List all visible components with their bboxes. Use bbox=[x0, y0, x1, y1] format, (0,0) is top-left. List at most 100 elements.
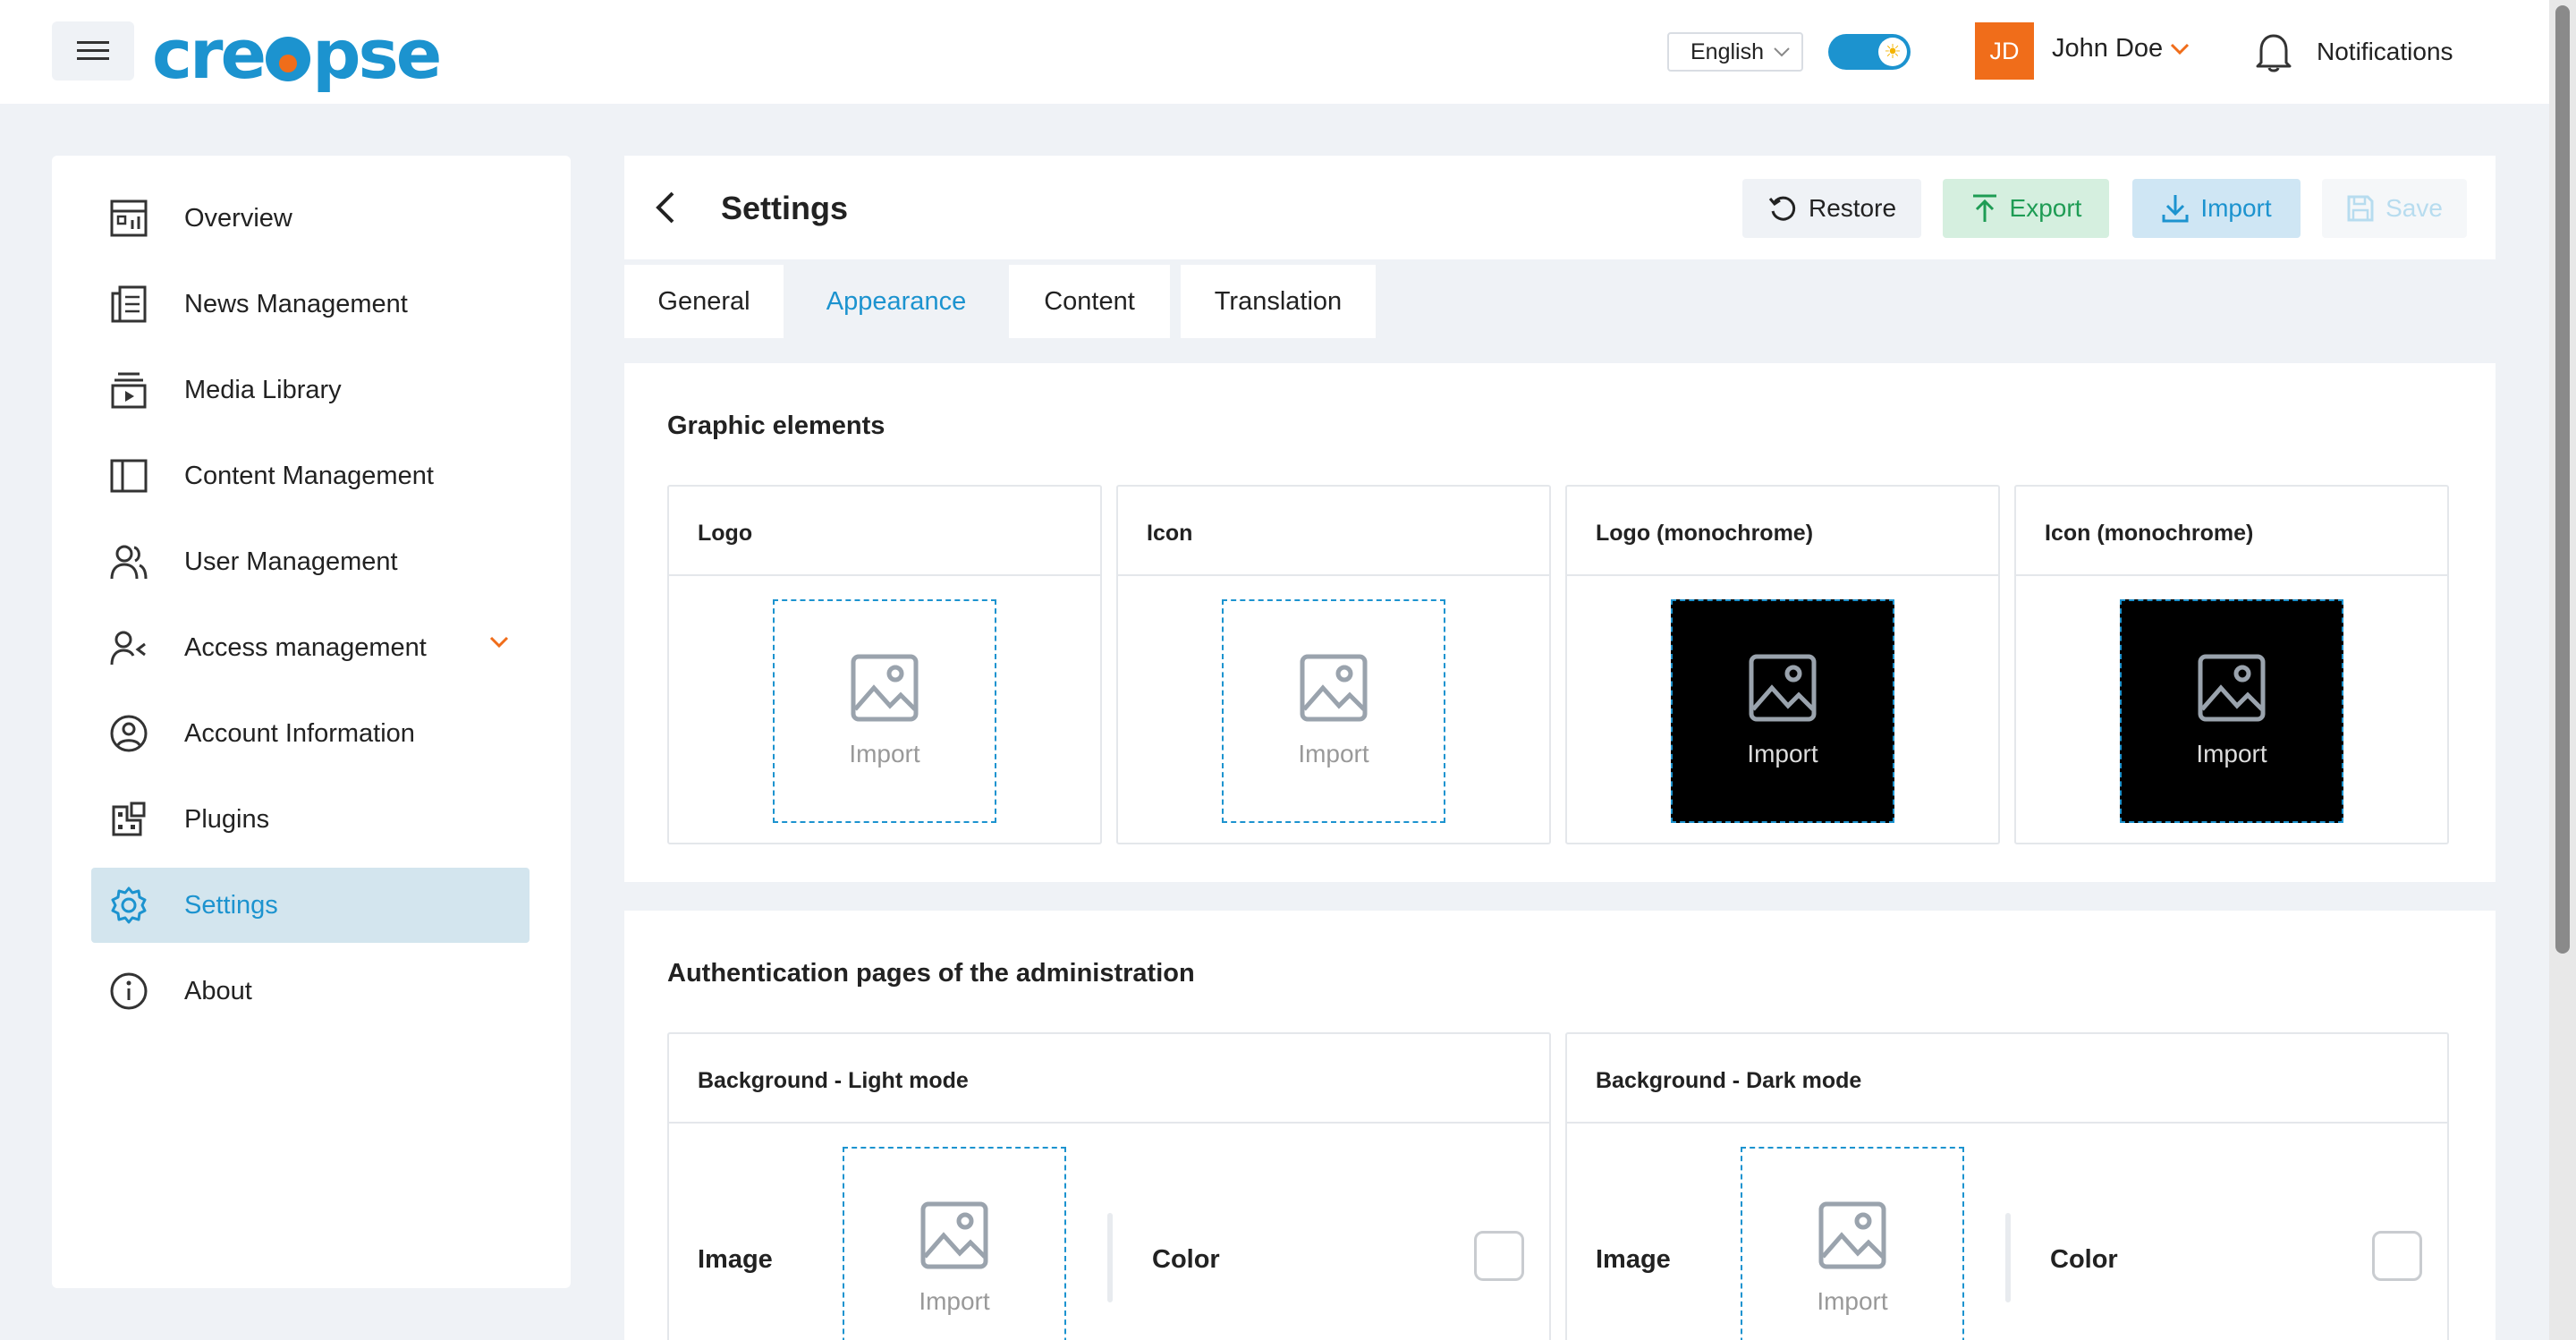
language-select[interactable]: English bbox=[1667, 32, 1803, 72]
graphic-elements-section: Graphic elements Logo Import Icon Import… bbox=[624, 363, 2496, 882]
tab-appearance[interactable]: Appearance bbox=[791, 265, 1002, 338]
import-label: Import bbox=[2196, 740, 2267, 768]
restore-label: Restore bbox=[1808, 194, 1897, 222]
icon-monochrome-tile: Icon (monochrome) Import bbox=[2014, 485, 2449, 844]
section-title: Graphic elements bbox=[667, 411, 886, 440]
tab-content[interactable]: Content bbox=[1009, 265, 1170, 338]
export-label: Export bbox=[2009, 194, 2082, 222]
sidebar-item-content-management[interactable]: Content Management bbox=[91, 438, 530, 513]
logo-monochrome-tile: Logo (monochrome) Import bbox=[1565, 485, 2000, 844]
users-icon bbox=[107, 540, 150, 583]
tab-translation[interactable]: Translation bbox=[1181, 265, 1376, 338]
import-label: Import bbox=[1817, 1287, 1888, 1315]
page-scrollbar[interactable] bbox=[2549, 0, 2576, 1340]
image-icon bbox=[1749, 654, 1817, 722]
restore-icon bbox=[1768, 196, 1796, 221]
save-button[interactable]: Save bbox=[2322, 179, 2467, 238]
divider bbox=[2005, 1213, 2011, 1302]
image-icon bbox=[2198, 654, 2266, 722]
tab-general[interactable]: General bbox=[624, 265, 784, 338]
sidebar-item-news-management[interactable]: News Management bbox=[91, 267, 530, 342]
menu-toggle-button[interactable] bbox=[52, 21, 134, 81]
image-icon bbox=[920, 1201, 988, 1269]
logo-o-mark bbox=[266, 37, 311, 81]
floppy-icon bbox=[2347, 195, 2374, 222]
user-menu[interactable]: John Doe bbox=[2052, 34, 2190, 64]
import-button[interactable]: Import bbox=[2132, 179, 2301, 238]
sidebar-item-user-management[interactable]: User Management bbox=[91, 524, 530, 599]
logo-tile: Logo Import bbox=[667, 485, 1102, 844]
language-value: English bbox=[1690, 38, 1764, 64]
dark-color-checkbox[interactable] bbox=[2372, 1231, 2422, 1281]
tile-label: Icon bbox=[1147, 521, 1193, 546]
logo-import-dropzone[interactable]: Import bbox=[773, 599, 996, 823]
theme-toggle[interactable]: ☀ bbox=[1828, 34, 1911, 70]
section-title: Authentication pages of the administrati… bbox=[667, 959, 1195, 988]
logo-monochrome-import-dropzone[interactable]: Import bbox=[1671, 599, 1894, 823]
sidebar-item-label: Settings bbox=[184, 890, 278, 920]
sidebar-item-plugins[interactable]: Plugins bbox=[91, 782, 530, 857]
brand-logo[interactable]: cre pse bbox=[152, 14, 442, 94]
sun-icon: ☀ bbox=[1878, 38, 1907, 66]
image-icon bbox=[1300, 654, 1368, 722]
back-arrow-icon[interactable] bbox=[649, 190, 685, 225]
sidebar-item-label: Media Library bbox=[184, 375, 342, 404]
sidebar-item-label: News Management bbox=[184, 289, 408, 318]
import-label: Import bbox=[849, 740, 920, 768]
sidebar-item-label: Access management bbox=[184, 632, 427, 662]
plugins-icon bbox=[107, 798, 150, 841]
export-button[interactable]: Export bbox=[1943, 179, 2109, 238]
background-light-tile: Background - Light mode Image Import Col… bbox=[667, 1032, 1551, 1340]
tile-label: Icon (monochrome) bbox=[2045, 521, 2254, 546]
tile-header: Logo (monochrome) bbox=[1567, 487, 1998, 576]
chevron-down-icon bbox=[2171, 43, 2190, 55]
media-icon bbox=[107, 369, 150, 411]
icon-import-dropzone[interactable]: Import bbox=[1222, 599, 1445, 823]
icon-monochrome-import-dropzone[interactable]: Import bbox=[2120, 599, 2343, 823]
sidebar-item-label: Content Management bbox=[184, 461, 434, 490]
tile-label: Background - Dark mode bbox=[1596, 1068, 1862, 1093]
sidebar: Overview News Management Media Library C… bbox=[52, 156, 571, 1288]
divider bbox=[1107, 1213, 1113, 1302]
sidebar-item-label: About bbox=[184, 976, 252, 1005]
dark-background-import-dropzone[interactable]: Import bbox=[1741, 1147, 1964, 1340]
content-icon bbox=[107, 454, 150, 497]
tile-header: Icon bbox=[1118, 487, 1549, 576]
sidebar-item-overview[interactable]: Overview bbox=[91, 181, 530, 256]
tile-label: Logo (monochrome) bbox=[1596, 521, 1814, 546]
image-icon bbox=[851, 654, 919, 722]
sidebar-item-media-library[interactable]: Media Library bbox=[91, 352, 530, 428]
sidebar-item-label: User Management bbox=[184, 547, 398, 576]
import-label: Import bbox=[1298, 740, 1369, 768]
overview-icon bbox=[107, 197, 150, 240]
info-icon bbox=[107, 970, 150, 1013]
auth-pages-section: Authentication pages of the administrati… bbox=[624, 911, 2496, 1340]
sidebar-item-label: Plugins bbox=[184, 804, 270, 834]
export-icon bbox=[1972, 194, 1996, 222]
gear-icon bbox=[107, 884, 150, 927]
scrollbar-thumb[interactable] bbox=[2555, 5, 2570, 954]
notifications-button[interactable]: Notifications bbox=[2254, 30, 2453, 73]
sidebar-item-settings[interactable]: Settings bbox=[91, 868, 530, 943]
notifications-label: Notifications bbox=[2317, 38, 2453, 65]
sidebar-item-account-information[interactable]: Account Information bbox=[91, 696, 530, 771]
sidebar-item-about[interactable]: About bbox=[91, 954, 530, 1029]
download-icon bbox=[2162, 195, 2189, 223]
light-color-checkbox[interactable] bbox=[1474, 1231, 1524, 1281]
page-title: Settings bbox=[721, 190, 849, 226]
bell-icon bbox=[2256, 34, 2292, 72]
avatar[interactable]: JD bbox=[1975, 22, 2034, 80]
tile-label: Background - Light mode bbox=[698, 1068, 969, 1093]
sidebar-item-label: Account Information bbox=[184, 718, 415, 748]
restore-button[interactable]: Restore bbox=[1742, 179, 1921, 238]
light-background-import-dropzone[interactable]: Import bbox=[843, 1147, 1066, 1340]
background-dark-tile: Background - Dark mode Image Import Colo… bbox=[1565, 1032, 2449, 1340]
image-icon bbox=[1818, 1201, 1886, 1269]
tile-header: Logo bbox=[669, 487, 1100, 576]
tile-header: Icon (monochrome) bbox=[2016, 487, 2447, 576]
import-label: Import bbox=[1747, 740, 1818, 768]
tile-header: Background - Light mode bbox=[669, 1034, 1549, 1124]
tile-header: Background - Dark mode bbox=[1567, 1034, 2447, 1124]
sidebar-item-access-management[interactable]: Access management bbox=[91, 610, 530, 685]
image-label: Image bbox=[698, 1245, 773, 1274]
